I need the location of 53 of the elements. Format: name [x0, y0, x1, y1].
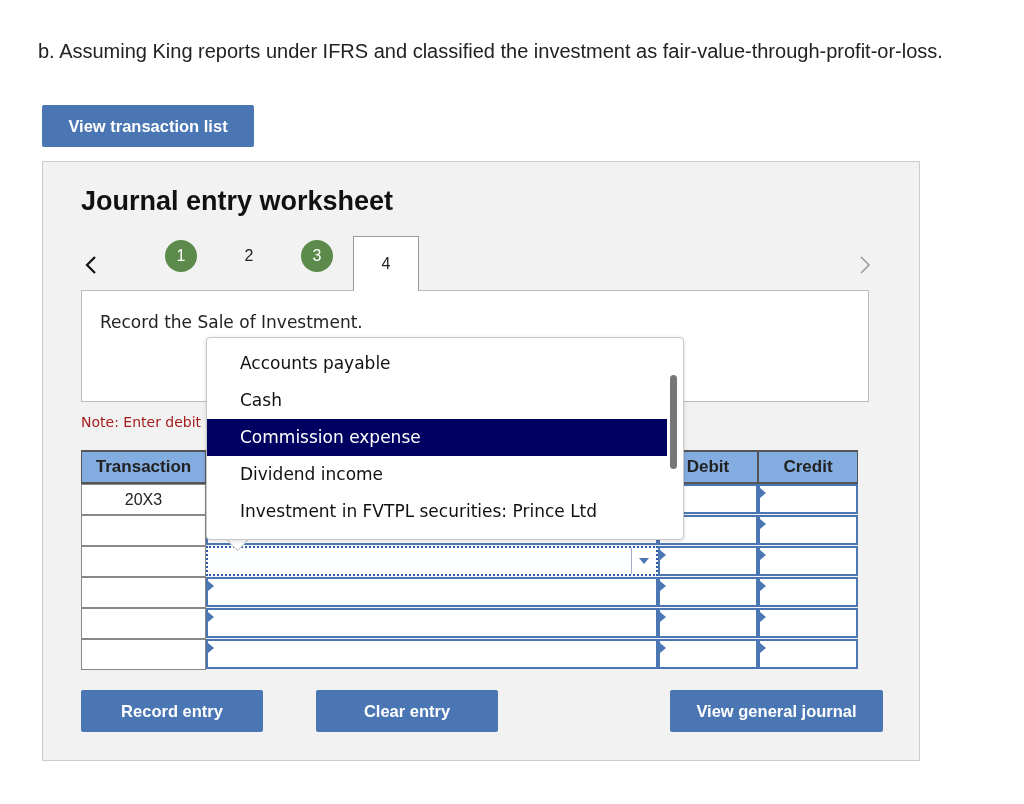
view-general-journal-button[interactable]: View general journal — [670, 690, 883, 732]
credit-field[interactable] — [758, 546, 858, 576]
column-header: Transaction — [81, 450, 206, 484]
corner-marker-icon — [760, 519, 766, 529]
menu-option[interactable]: Investment in FVTPL securities: Prince Ltd — [207, 493, 667, 530]
account-select[interactable] — [206, 546, 658, 576]
clear-entry-button[interactable]: Clear entry — [316, 690, 498, 732]
question-text: b. Assuming King reports under IFRS and classified the investment as fair-value-through-profit-or-loss. — [38, 40, 944, 63]
transaction-cell[interactable] — [81, 608, 206, 639]
account-select[interactable] — [206, 639, 658, 669]
note-text: Note: Enter debit — [81, 414, 203, 432]
corner-marker-icon — [760, 581, 766, 591]
credit-field[interactable] — [758, 608, 858, 638]
corner-marker-icon — [660, 581, 666, 591]
transaction-cell[interactable]: 20X3 — [81, 484, 206, 515]
account-select[interactable] — [206, 577, 658, 607]
transaction-cell[interactable] — [81, 546, 206, 577]
corner-marker-icon — [760, 612, 766, 622]
debit-field[interactable] — [658, 546, 758, 576]
step-tab[interactable]: 2 — [215, 236, 283, 290]
account-select[interactable] — [206, 608, 658, 638]
credit-field[interactable] — [758, 484, 858, 514]
debit-field[interactable] — [658, 577, 758, 607]
step-tab[interactable]: 1 — [147, 236, 215, 290]
scrollbar-thumb[interactable] — [670, 375, 677, 469]
corner-marker-icon — [660, 643, 666, 653]
corner-marker-icon — [208, 643, 214, 653]
view-transaction-list-button[interactable]: View transaction list — [42, 105, 254, 147]
transaction-cell[interactable] — [81, 577, 206, 608]
transaction-cell[interactable] — [81, 639, 206, 670]
instruction-text: Record the Sale of Investment. — [100, 312, 363, 332]
menu-option[interactable]: Commission expense — [207, 419, 667, 456]
debit-field[interactable] — [658, 608, 758, 638]
corner-marker-icon — [660, 612, 666, 622]
step-tab[interactable]: 3 — [283, 236, 351, 290]
transaction-cell[interactable] — [81, 515, 206, 546]
credit-field[interactable] — [758, 577, 858, 607]
corner-marker-icon — [760, 643, 766, 653]
corner-marker-icon — [760, 488, 766, 498]
debit-field[interactable] — [658, 639, 758, 669]
corner-marker-icon — [208, 581, 214, 591]
worksheet-title: Journal entry worksheet — [81, 186, 395, 217]
record-entry-button[interactable]: Record entry — [81, 690, 263, 732]
credit-field[interactable] — [758, 515, 858, 545]
credit-field[interactable] — [758, 639, 858, 669]
step-tab[interactable]: 4 — [353, 236, 419, 291]
corner-marker-icon — [660, 550, 666, 560]
chevron-left-icon[interactable] — [83, 254, 99, 276]
corner-marker-icon — [760, 550, 766, 560]
menu-option[interactable]: Cash — [207, 382, 667, 419]
corner-marker-icon — [208, 612, 214, 622]
menu-option[interactable]: Accounts payable — [207, 345, 667, 382]
column-header: Credit — [758, 450, 858, 484]
